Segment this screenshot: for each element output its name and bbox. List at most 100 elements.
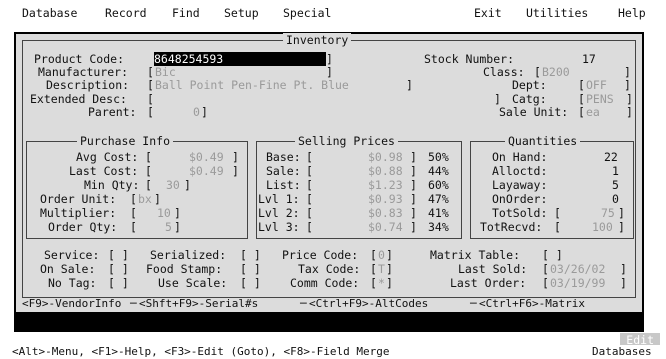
menu-record[interactable]: Record — [105, 6, 147, 20]
qty-value[interactable]: 100 — [592, 220, 613, 234]
food-stamp-checkbox[interactable]: [ ] — [240, 262, 261, 276]
class-label: Class: — [483, 65, 525, 79]
selling-pct: 44% — [428, 164, 449, 178]
matrix-table-checkbox[interactable]: [ ] — [542, 248, 563, 262]
manufacturer-label: Manufacturer: — [38, 65, 129, 79]
selling-value[interactable]: $0.98 — [368, 150, 403, 164]
on-sale-checkbox[interactable]: [ ] — [108, 262, 129, 276]
fkey-altcodes[interactable]: <Ctrl+F9>-AltCodes — [309, 297, 428, 311]
on-sale-label: On Sale: — [40, 262, 96, 276]
selling-pct: 34% — [428, 220, 449, 234]
parent-field[interactable]: 0 — [193, 105, 200, 119]
purchase-value[interactable]: $0.49 — [189, 150, 224, 164]
purchase-value[interactable]: 30 — [166, 178, 180, 192]
menu-utilities[interactable]: Utilities — [526, 6, 588, 20]
matrix-table-label: Matrix Table: — [430, 248, 521, 262]
dept-field[interactable]: OFF — [586, 78, 607, 92]
tax-code-field[interactable]: T — [378, 262, 385, 276]
menu-exit[interactable]: Exit — [474, 6, 502, 20]
window-title: Inventory — [283, 33, 352, 47]
last-order-label: Last Order: — [450, 276, 527, 290]
class-field[interactable]: B200 — [542, 65, 570, 79]
purchase-value[interactable]: $0.49 — [189, 164, 224, 178]
selling-pct: 47% — [428, 192, 449, 206]
tax-code-label: Tax Code: — [298, 262, 361, 276]
qty-value: 0 — [612, 192, 619, 206]
menu-find[interactable]: Find — [172, 6, 200, 20]
catg-field[interactable]: PENS — [586, 92, 614, 106]
selling-value[interactable]: $0.93 — [368, 192, 403, 206]
food-stamp-label: Food Stamp: — [146, 262, 223, 276]
description-label: Description: — [46, 78, 130, 92]
stock-number-label: Stock Number: — [424, 52, 515, 66]
qty-label: OnOrder: — [492, 192, 548, 206]
fkey-serials[interactable]: <Shft+F9>-Serial#s — [139, 297, 258, 311]
status-right: Databases — [592, 345, 652, 358]
price-code-label: Price Code: — [282, 248, 359, 262]
qty-value[interactable]: 75 — [601, 206, 615, 220]
no-tag-checkbox[interactable]: [ ] — [108, 276, 129, 290]
extended-desc-label: Extended Desc: — [30, 92, 127, 106]
qty-label: Layaway: — [492, 178, 548, 192]
status-bar: <Alt>-Menu, <F1>-Help, <F3>-Edit (Goto),… — [0, 345, 666, 358]
selling-value[interactable]: $0.83 — [368, 206, 403, 220]
selling-label: List: — [266, 178, 301, 192]
serialized-checkbox[interactable]: [ ] — [240, 248, 261, 262]
purchase-label: Avg Cost: — [76, 150, 139, 164]
purchase-label: Last Cost: — [69, 164, 139, 178]
qty-label: TotSold: — [492, 206, 548, 220]
selling-value[interactable]: $1.23 — [368, 178, 403, 192]
menu-setup[interactable]: Setup — [224, 6, 259, 20]
product-code-field[interactable]: 8648254593 — [154, 52, 326, 66]
service-checkbox[interactable]: [ ] — [108, 248, 129, 262]
fkey-vendorinfo[interactable]: <F9>-VendorInfo — [22, 297, 121, 311]
sale-unit-label: Sale Unit: — [499, 105, 569, 119]
menu-help[interactable]: Help — [618, 6, 646, 20]
qty-label: Alloctd: — [492, 164, 548, 178]
selling-label: Base: — [266, 150, 301, 164]
purchase-label: Order Unit: — [40, 192, 117, 206]
purchase-value[interactable]: bx — [138, 192, 152, 206]
purchase-label: Order Qty: — [48, 220, 118, 234]
comm-code-field[interactable]: * — [378, 276, 385, 290]
selling-label: Lvl 2: — [258, 206, 300, 220]
selling-pct: 60% — [428, 178, 449, 192]
last-order-field[interactable]: 03/19/99 — [550, 276, 605, 290]
selling-label: Lvl 3: — [258, 220, 300, 234]
description-field[interactable]: Ball Point Pen-Fine Pt. Blue — [155, 78, 349, 92]
parent-label: Parent: — [88, 105, 137, 119]
purchase-value[interactable]: 5 — [165, 220, 172, 234]
selling-pct: 50% — [428, 150, 449, 164]
dept-label: Dept: — [512, 78, 547, 92]
menu-bar: Database Record Find Setup Special Exit … — [0, 0, 666, 24]
menu-special[interactable]: Special — [283, 6, 331, 20]
selling-prices-title: Selling Prices — [295, 134, 398, 148]
purchase-label: Multiplier: — [40, 206, 117, 220]
last-sold-field[interactable]: 03/26/02 — [550, 262, 605, 276]
selling-label: Lvl 1: — [258, 192, 300, 206]
qty-value: 1 — [612, 164, 619, 178]
menu-database[interactable]: Database — [22, 6, 77, 20]
qty-value: 5 — [612, 178, 619, 192]
qty-label: On Hand: — [492, 150, 548, 164]
fkey-matrix[interactable]: <Ctrl+F6>-Matrix — [479, 297, 585, 311]
selling-value[interactable]: $0.88 — [368, 164, 403, 178]
use-scale-checkbox[interactable]: [ ] — [240, 276, 261, 290]
no-tag-label: No Tag: — [48, 276, 97, 290]
last-sold-label: Last Sold: — [458, 262, 528, 276]
price-code-field[interactable]: 0 — [378, 248, 385, 262]
serialized-label: Serialized: — [150, 248, 227, 262]
qty-value: 22 — [604, 150, 618, 164]
catg-label: Catg: — [512, 92, 547, 106]
quantities-title: Quantities — [505, 134, 581, 148]
sale-unit-field[interactable]: ea — [586, 105, 600, 119]
purchase-label: Min Qty: — [84, 178, 140, 192]
status-hint: <Alt>-Menu, <F1>-Help, <F3>-Edit (Goto),… — [12, 345, 390, 358]
purchase-info-title: Purchase Info — [77, 134, 174, 148]
service-label: Service: — [44, 248, 100, 262]
purchase-value[interactable]: 10 — [157, 206, 171, 220]
stock-number-value: 17 — [582, 52, 596, 66]
qty-label: TotRecvd: — [480, 220, 543, 234]
manufacturer-field[interactable]: Bic — [155, 65, 176, 79]
selling-value[interactable]: $0.74 — [368, 220, 403, 234]
